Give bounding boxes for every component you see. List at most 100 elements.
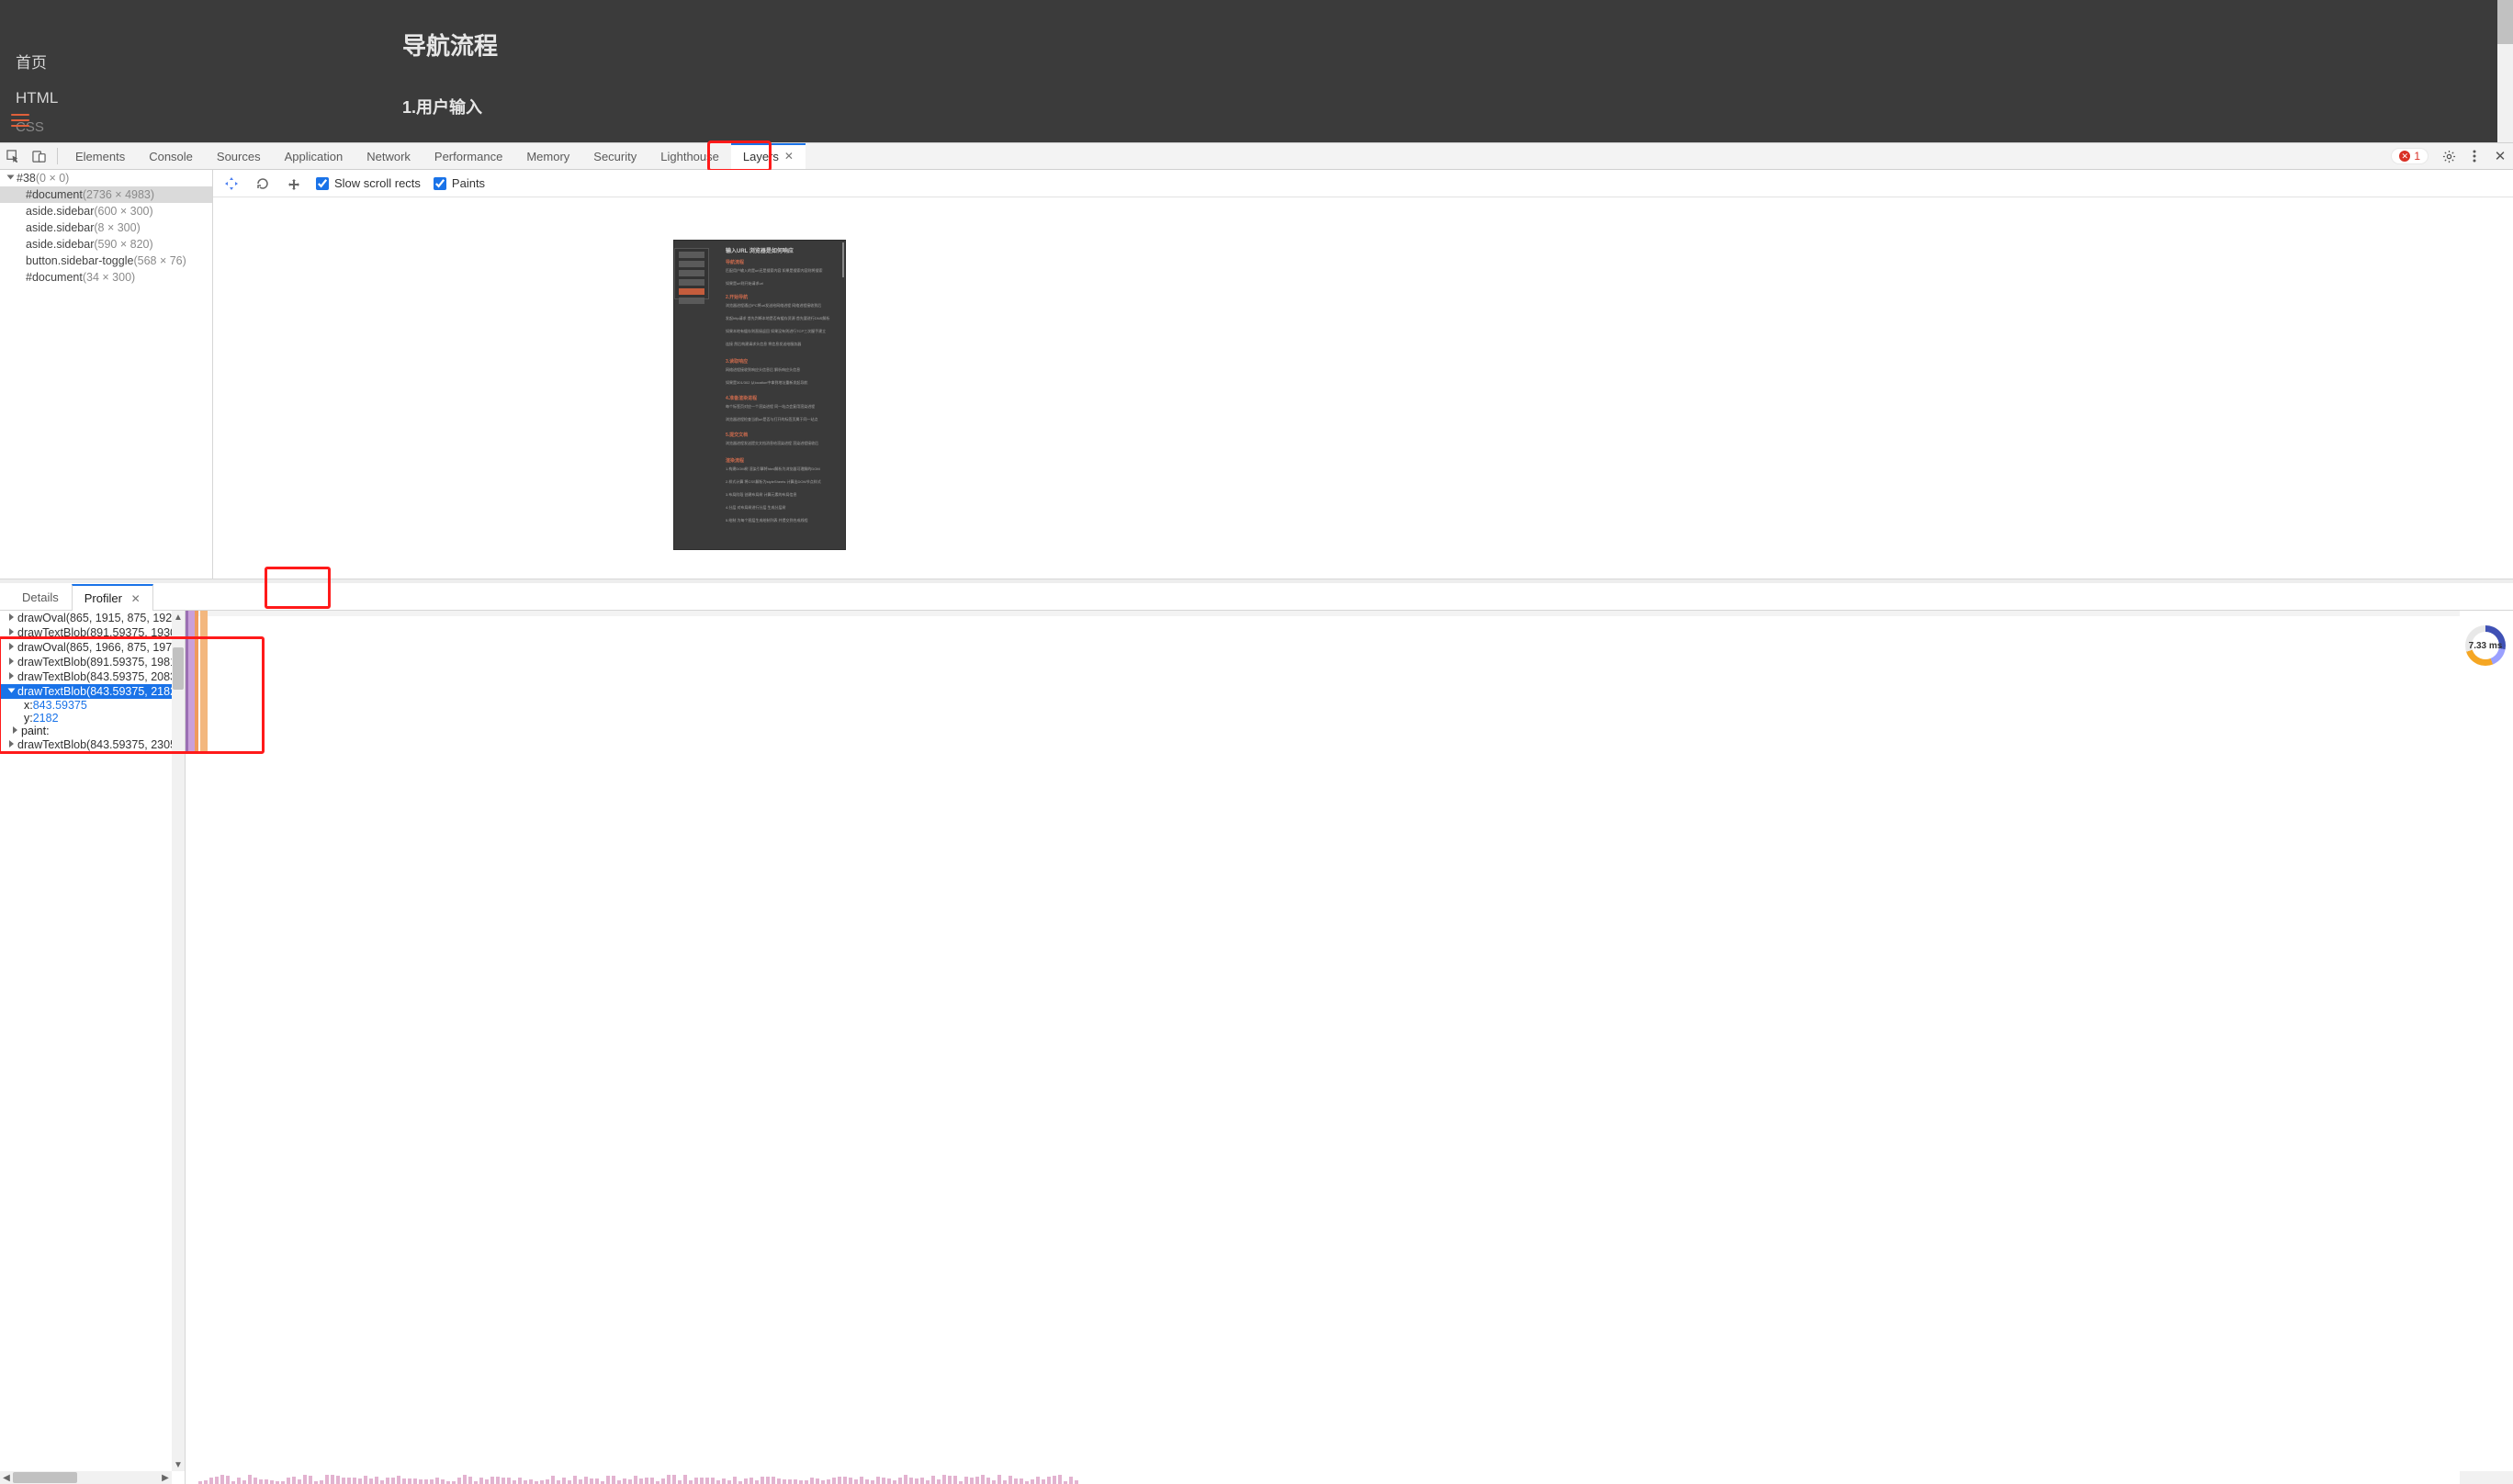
thumb-heading: 5.提交文档 — [726, 432, 748, 438]
tab-security[interactable]: Security — [581, 143, 648, 169]
page-sidebar-nav: 首页 HTML — [16, 46, 58, 116]
tab-console[interactable]: Console — [137, 143, 205, 169]
vertical-scrollbar[interactable]: ▲ ▼ — [172, 611, 185, 1471]
tree-item[interactable]: #document(34 × 300) — [0, 269, 212, 286]
tab-application[interactable]: Application — [273, 143, 355, 169]
tab-details[interactable]: Details — [9, 584, 72, 610]
thumb-text: 如果是301/302 从location中拿到地址重新发起导航 — [726, 380, 840, 386]
reset-view-icon[interactable] — [285, 174, 303, 193]
caret-right-icon[interactable] — [9, 643, 14, 650]
tree-item-name: button.sidebar-toggle — [26, 254, 133, 267]
caret-down-icon[interactable] — [8, 689, 16, 693]
list-item[interactable]: drawOval(865, 1966, 875, 1976, — [0, 640, 172, 655]
scroll-right-icon[interactable]: ▶ — [159, 1471, 172, 1484]
thumb-heading: 3.读取响应 — [726, 358, 748, 365]
hamburger-icon[interactable] — [11, 110, 29, 130]
list-item[interactable]: drawTextBlob(843.59375, 2083, — [0, 669, 172, 684]
kebab-icon[interactable] — [2462, 150, 2487, 163]
tab-layers[interactable]: Layers ✕ — [731, 143, 806, 169]
profiler-timeline[interactable]: 7.33 ms — [186, 611, 2513, 1484]
rotate-icon[interactable] — [254, 174, 272, 193]
list-item-selected[interactable]: drawTextBlob(843.59375, 2182, — [0, 684, 172, 699]
device-toggle-icon[interactable] — [26, 150, 51, 163]
slow-scroll-input[interactable] — [316, 177, 329, 190]
paints-input[interactable] — [434, 177, 446, 190]
caret-right-icon[interactable] — [9, 613, 14, 621]
tree-item[interactable]: button.sidebar-toggle(568 × 76) — [0, 253, 212, 269]
list-item[interactable]: drawTextBlob(891.59375, 1981, — [0, 655, 172, 669]
prop-val: 2182 — [33, 712, 59, 725]
close-icon[interactable]: ✕ — [784, 150, 794, 163]
tab-network[interactable]: Network — [355, 143, 423, 169]
tab-profiler[interactable]: Profiler ✕ — [72, 584, 153, 611]
tree-item-dim: (568 × 76) — [133, 254, 186, 267]
error-count-badge[interactable]: ✕ 1 — [2391, 148, 2428, 164]
scrollbar-thumb[interactable] — [173, 647, 184, 690]
error-dot-icon: ✕ — [2399, 151, 2410, 162]
page-h2: 导航流程 — [402, 28, 625, 62]
scroll-up-icon[interactable]: ▲ — [172, 611, 185, 624]
time-ring: 7.33 ms — [2465, 625, 2506, 666]
layer-3d-view[interactable]: 输入URL 浏览器是如何响应 导航流程 匹配用户输入的是url还是搜索内容 如果… — [213, 197, 2513, 579]
thumb-text: 如果是url则开始请求url — [726, 281, 840, 287]
caret-right-icon[interactable] — [9, 740, 14, 748]
horizontal-scrollbar[interactable]: ◀ ▶ — [0, 1471, 172, 1484]
timeline-scroll-corner — [2460, 1471, 2513, 1484]
thumb-text: 1.构建DOM树 渲染引擎将html解析为浏览器可理解的DOM — [726, 467, 840, 472]
tab-elements[interactable]: Elements — [63, 143, 137, 169]
cmd-property: x:843.59375 — [0, 699, 172, 712]
inspected-page: 首页 HTML CSS 导航流程 1.用户输入 匹配用户输入的是url还是搜索内… — [0, 0, 2513, 142]
paint-command-list[interactable]: drawOval(865, 1915, 875, 1925, drawTextB… — [0, 611, 186, 1484]
inspect-icon[interactable] — [0, 150, 26, 163]
cmd-text: drawTextBlob(891.59375, 1981, — [17, 656, 172, 669]
caret-right-icon[interactable] — [9, 658, 14, 665]
thumb-text: 2.样式计算 将CSS解析为styleSheets 计算出DOM节点样式 — [726, 479, 840, 485]
page-h3: 1.用户输入 — [402, 95, 625, 118]
caret-right-icon[interactable] — [13, 726, 17, 734]
tab-performance[interactable]: Performance — [423, 143, 514, 169]
tab-layers-label: Layers — [743, 150, 779, 163]
tree-item[interactable]: aside.sidebar(590 × 820) — [0, 236, 212, 253]
tree-item-dim: (600 × 300) — [94, 205, 152, 218]
tree-item-dim: (8 × 300) — [94, 221, 140, 234]
flame-bar[interactable] — [200, 611, 208, 754]
close-icon[interactable]: ✕ — [131, 592, 141, 605]
tab-lighthouse[interactable]: Lighthouse — [648, 143, 731, 169]
paints-label: Paints — [452, 176, 485, 190]
tree-item[interactable]: aside.sidebar(600 × 300) — [0, 203, 212, 219]
tree-item-dim: (34 × 300) — [83, 271, 135, 284]
scroll-left-icon[interactable]: ◀ — [0, 1471, 13, 1484]
tree-item-name: aside.sidebar — [26, 205, 94, 218]
layer-tree[interactable]: #38(0 × 0) #document(2736 × 4983) aside.… — [0, 170, 213, 579]
flame-bar[interactable] — [195, 611, 198, 754]
caret-right-icon[interactable] — [9, 672, 14, 680]
cmd-property: y:2182 — [0, 712, 172, 725]
tree-item[interactable]: #document(2736 × 4983) — [0, 186, 212, 203]
devtools-tabbar: Elements Console Sources Application Net… — [0, 142, 2513, 170]
tab-sources[interactable]: Sources — [205, 143, 273, 169]
layer-thumbnail[interactable]: 输入URL 浏览器是如何响应 导航流程 匹配用户输入的是url还是搜索内容 如果… — [674, 241, 845, 549]
scrollbar-thumb[interactable] — [13, 1472, 77, 1483]
tab-memory[interactable]: Memory — [514, 143, 581, 169]
list-item[interactable]: drawOval(865, 1915, 875, 1925, — [0, 611, 172, 625]
caret-right-icon[interactable] — [9, 628, 14, 635]
page-scrollbar-thumb[interactable] — [2497, 0, 2513, 44]
time-value: 7.33 ms — [2469, 641, 2503, 651]
slow-scroll-label: Slow scroll rects — [334, 176, 421, 190]
caret-down-icon[interactable] — [7, 175, 15, 180]
close-devtools-icon[interactable]: ✕ — [2487, 148, 2513, 164]
gear-icon[interactable] — [2436, 150, 2462, 163]
list-item[interactable]: drawTextBlob(891.59375, 1930, — [0, 625, 172, 640]
scroll-down-icon[interactable]: ▼ — [172, 1458, 185, 1471]
cmd-property[interactable]: paint: — [0, 725, 172, 737]
pan-icon[interactable] — [222, 174, 241, 193]
tree-item[interactable]: aside.sidebar(8 × 300) — [0, 219, 212, 236]
slow-scroll-checkbox[interactable]: Slow scroll rects — [316, 176, 421, 190]
flame-bar[interactable] — [188, 611, 195, 754]
tree-root[interactable]: #38(0 × 0) — [0, 170, 212, 186]
nav-home[interactable]: 首页 — [16, 46, 58, 81]
timeline-minimap[interactable] — [186, 1473, 2460, 1484]
thumb-text: 网络进程接收到响应头信息后 解析响应头信息 — [726, 367, 840, 373]
list-item[interactable]: drawTextBlob(843.59375, 2305, — [0, 737, 172, 752]
paints-checkbox[interactable]: Paints — [434, 176, 485, 190]
